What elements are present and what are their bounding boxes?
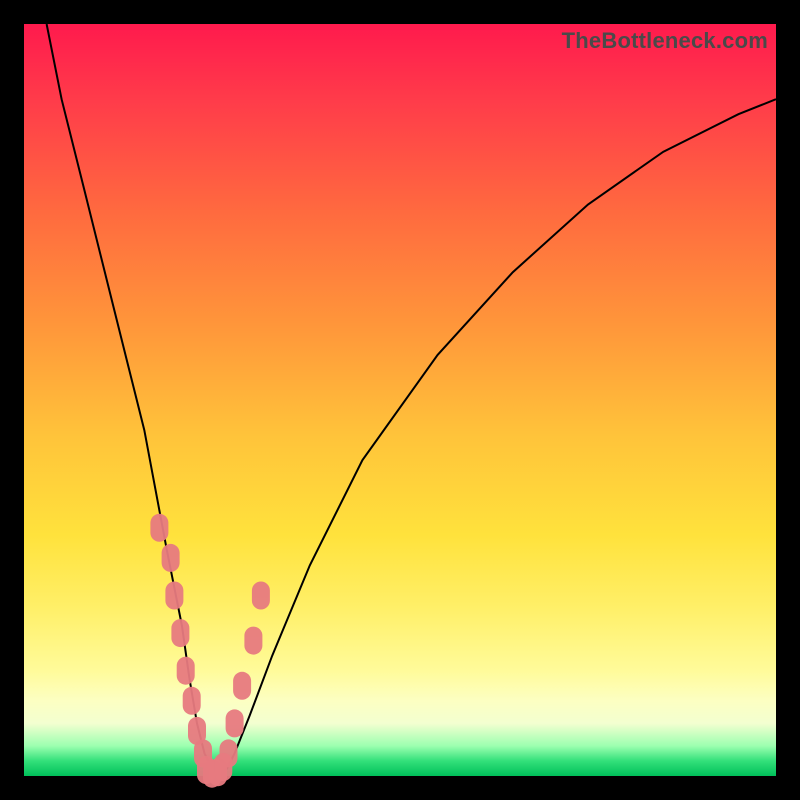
chart-frame: TheBottleneck.com [24, 24, 776, 776]
marker-dot [183, 687, 201, 715]
marker-dot [165, 582, 183, 610]
chart-overlay [24, 24, 776, 776]
marker-dot [162, 544, 180, 572]
marker-dot [214, 753, 232, 781]
marker-dot [233, 672, 251, 700]
marker-dot [226, 709, 244, 737]
data-markers [150, 514, 270, 788]
marker-dot [244, 627, 262, 655]
marker-dot [177, 657, 195, 685]
marker-dot [171, 619, 189, 647]
bottleneck-curve [47, 24, 776, 776]
marker-dot [150, 514, 168, 542]
marker-dot [252, 582, 270, 610]
